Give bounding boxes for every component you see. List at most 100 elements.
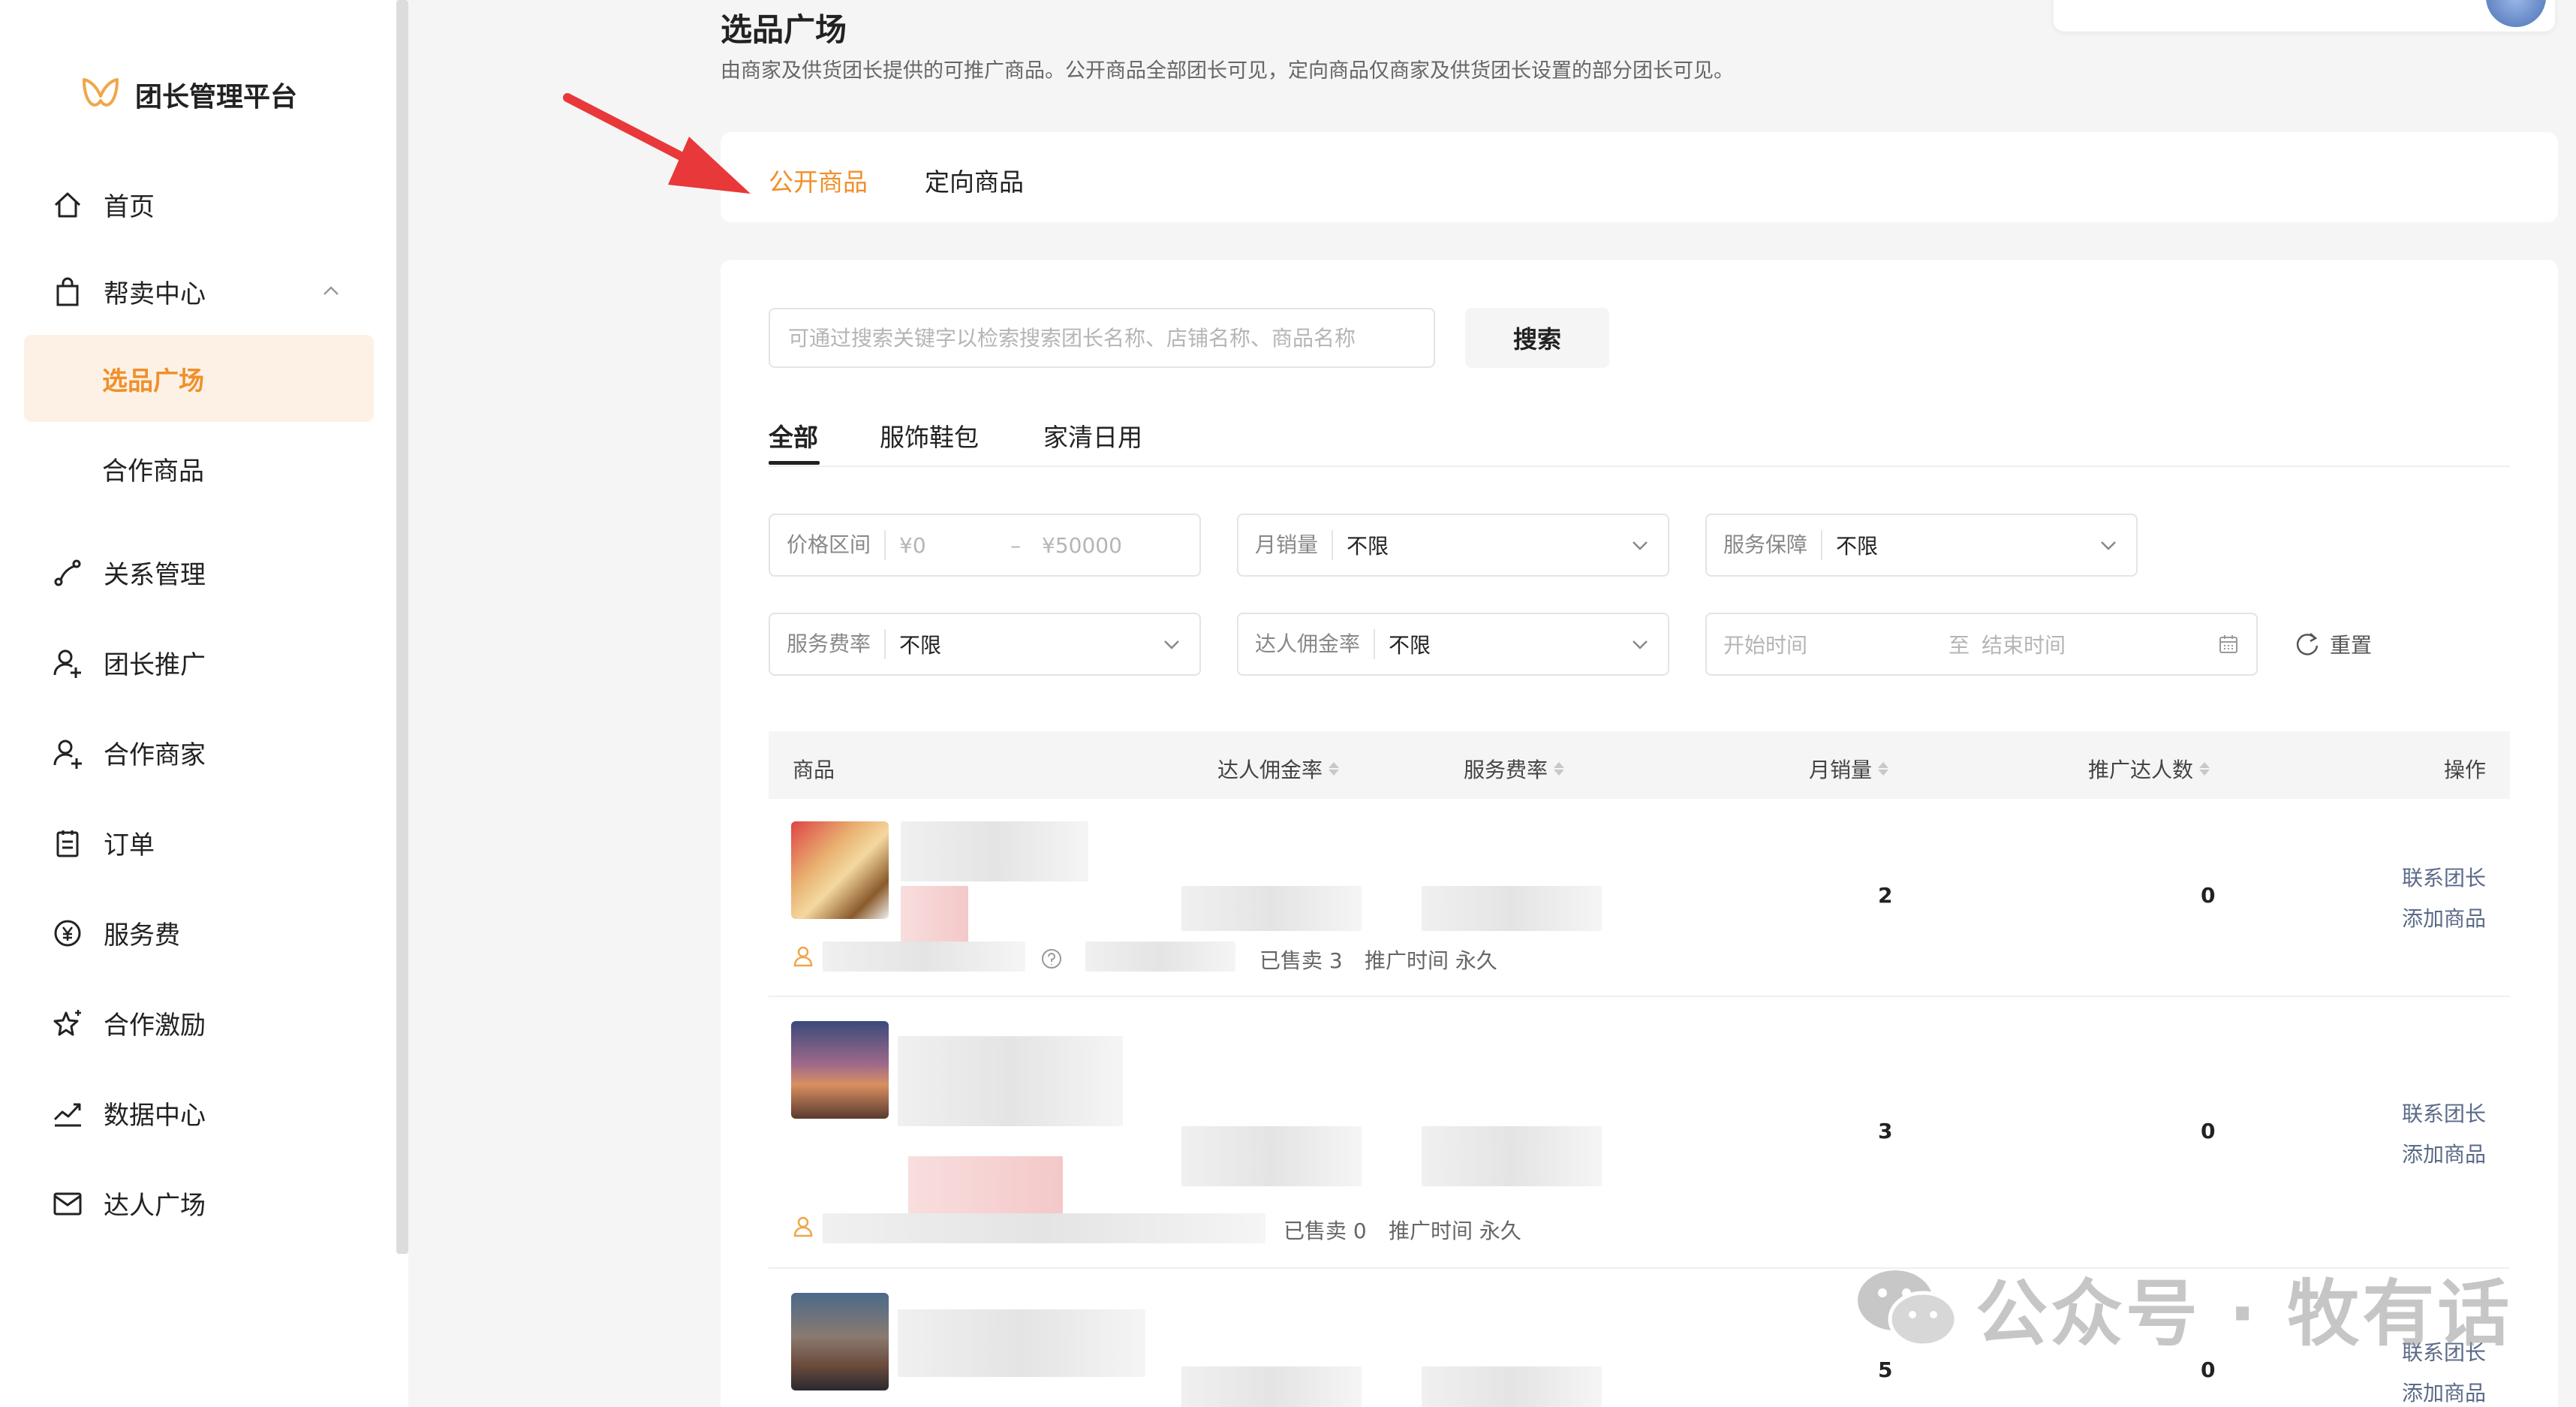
- tab-public-products[interactable]: 公开商品: [769, 162, 868, 198]
- logo-text: 团长管理平台: [135, 82, 298, 113]
- sidebar-item-label: 团长推广: [104, 650, 206, 680]
- sidebar-item-label: 帮卖中心: [104, 279, 206, 309]
- sidebar-item-orders[interactable]: 订单: [51, 824, 155, 861]
- blurred-service-rate: [1422, 886, 1602, 931]
- search-input[interactable]: [769, 308, 1435, 368]
- home-icon: [54, 192, 81, 217]
- mail-check-icon: [53, 1192, 82, 1215]
- shopping-bag-icon: [56, 277, 79, 306]
- promoters-value: 0: [2201, 1357, 2216, 1382]
- monthly-sales-value: 2: [1878, 883, 1893, 908]
- monthly-sales-select[interactable]: 月销量 不限: [1237, 514, 1669, 577]
- sidebar-item-label: 首页: [104, 192, 155, 222]
- price-max-input[interactable]: ¥50000: [1042, 533, 1122, 558]
- date-range-picker[interactable]: 开始时间 至 结束时间: [1705, 613, 2258, 676]
- blurred-product-title: [898, 1036, 1123, 1126]
- chevron-up-icon[interactable]: [318, 278, 344, 303]
- price-min-input[interactable]: ¥0: [899, 533, 989, 558]
- commission-rate-select[interactable]: 达人佣金率 不限: [1237, 613, 1669, 676]
- sidebar-item-data-center[interactable]: 数据中心: [51, 1095, 206, 1131]
- sidebar-item-label: 数据中心: [104, 1101, 206, 1131]
- tab-targeted-products[interactable]: 定向商品: [925, 162, 1024, 198]
- trend-chart-icon: [53, 1103, 81, 1126]
- chevron-down-icon: [1164, 640, 1179, 649]
- column-header-product: 商品: [793, 758, 835, 782]
- blurred-leader-name: [823, 1213, 1265, 1243]
- sidebar-item-home[interactable]: 首页: [51, 186, 155, 223]
- start-time-input[interactable]: 开始时间: [1723, 629, 1949, 659]
- blurred-commission: [1181, 1126, 1362, 1186]
- add-product-link[interactable]: 添加商品: [2402, 1377, 2486, 1407]
- sidebar-item-relations[interactable]: 关系管理: [51, 554, 206, 591]
- annotation-arrow-icon: [563, 93, 751, 194]
- sort-icon: [1878, 762, 1889, 776]
- service-guarantee-select[interactable]: 服务保障 不限: [1705, 514, 2138, 577]
- add-product-link[interactable]: 添加商品: [2402, 902, 2486, 932]
- monthly-sales-value: 3: [1878, 1119, 1893, 1143]
- calendar-icon: [2219, 635, 2237, 653]
- user-promo-icon: [53, 649, 81, 678]
- avatar[interactable]: [2486, 0, 2546, 27]
- reset-label: 重置: [2330, 633, 2373, 658]
- star-sparkle-icon: [53, 1009, 81, 1035]
- column-header-monthly-sales[interactable]: 月销量: [1809, 754, 1889, 784]
- product-thumbnail[interactable]: [791, 1021, 889, 1119]
- promoters-value: 0: [2201, 1119, 2216, 1143]
- product-thumbnail[interactable]: [791, 1293, 889, 1390]
- reset-button[interactable]: 重置: [2292, 629, 2372, 659]
- filter-label: 价格区间: [787, 530, 886, 560]
- contact-leader-link[interactable]: 联系团长: [2402, 862, 2486, 892]
- user-icon: [793, 946, 813, 967]
- sidebar-item-label: 达人广场: [104, 1191, 206, 1221]
- sidebar-item-coop-incentive[interactable]: 合作激励: [51, 1005, 206, 1041]
- sold-count: 已售卖 3: [1259, 948, 1343, 973]
- user-add-icon: [53, 740, 82, 769]
- watermark-text: 公众号 · 牧有话: [1976, 1272, 2513, 1356]
- sold-count: 已售卖 0: [1283, 1219, 1367, 1243]
- filter-label: 月销量: [1255, 530, 1334, 560]
- blurred-commission: [1181, 1366, 1362, 1407]
- sidebar-item-selection-plaza[interactable]: 选品广场: [24, 335, 374, 422]
- sidebar-item-label: 服务费: [104, 920, 180, 951]
- monthly-sales-value: 5: [1878, 1357, 1893, 1382]
- blurred-product-title: [901, 821, 1088, 881]
- sidebar-item-coop-products[interactable]: 合作商品: [24, 425, 374, 512]
- filter-label: 服务费率: [787, 629, 886, 659]
- sort-icon: [1554, 762, 1565, 776]
- column-header-commission[interactable]: 达人佣金率: [1217, 754, 1340, 784]
- sidebar-scrollbar-thumb[interactable]: [396, 0, 408, 1254]
- chevron-down-icon: [1633, 640, 1648, 649]
- filter-value: 不限: [1347, 534, 1389, 559]
- end-time-input[interactable]: 结束时间: [1982, 629, 2217, 659]
- category-tab-household[interactable]: 家清日用: [1043, 417, 1142, 453]
- logo: 团长管理平台: [78, 72, 297, 117]
- contact-leader-link[interactable]: 联系团长: [2402, 1098, 2486, 1128]
- sidebar-item-talent-plaza[interactable]: 达人广场: [51, 1185, 206, 1222]
- category-tab-indicator: [769, 461, 820, 465]
- chevron-down-icon: [2101, 541, 2116, 550]
- category-tab-all[interactable]: 全部: [769, 417, 818, 453]
- yen-coin-icon: [54, 920, 81, 946]
- filter-label: 服务保障: [1723, 530, 1823, 560]
- blurred-shop-name: [1085, 942, 1235, 972]
- table-header: [769, 731, 2510, 799]
- sidebar-item-coop-merchants[interactable]: 合作商家: [51, 734, 206, 771]
- column-header-promoters[interactable]: 推广达人数: [2088, 754, 2210, 784]
- price-range-filter[interactable]: 价格区间 ¥0 – ¥50000: [769, 514, 1201, 577]
- category-tab-apparel[interactable]: 服饰鞋包: [880, 417, 979, 453]
- column-header-service-rate[interactable]: 服务费率: [1464, 754, 1565, 784]
- help-icon[interactable]: [1040, 948, 1063, 970]
- sidebar-item-service-fee[interactable]: 服务费: [51, 914, 180, 951]
- date-separator: 至: [1949, 633, 1970, 658]
- column-header-actions: 操作: [2444, 758, 2487, 782]
- sort-icon: [1329, 762, 1340, 776]
- relations-icon: [54, 559, 81, 586]
- sidebar-item-leader-promo[interactable]: 团长推广: [51, 644, 206, 681]
- blurred-commission: [1181, 886, 1362, 931]
- search-button[interactable]: 搜索: [1465, 308, 1609, 368]
- add-product-link[interactable]: 添加商品: [2402, 1138, 2486, 1168]
- product-thumbnail[interactable]: [791, 821, 889, 919]
- service-rate-select[interactable]: 服务费率 不限: [769, 613, 1201, 676]
- filter-value: 不限: [1389, 633, 1431, 658]
- sidebar-item-sales-center[interactable]: 帮卖中心: [51, 273, 206, 310]
